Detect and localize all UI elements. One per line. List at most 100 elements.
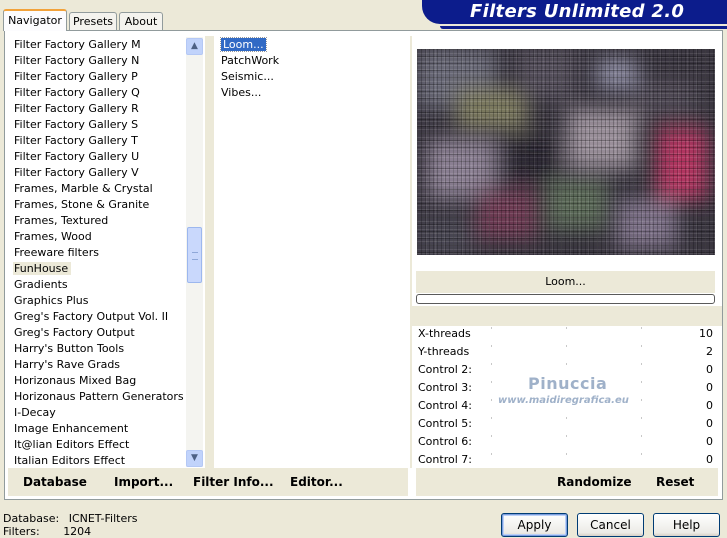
category-item[interactable]: FunHouse bbox=[8, 261, 204, 277]
watermark-url: www.maidiregrafica.eu bbox=[498, 395, 629, 406]
category-item-label: Horizonaus Mixed Bag bbox=[14, 374, 137, 387]
category-scrollbar[interactable]: ▲ ▼ bbox=[186, 37, 203, 467]
status-filters-value: 1204 bbox=[63, 525, 92, 538]
apply-button[interactable]: Apply bbox=[501, 513, 568, 537]
control-label: Control 6: bbox=[418, 435, 472, 448]
control-value: 10 bbox=[699, 327, 713, 340]
app-title: Filters Unlimited 2.0 bbox=[470, 1, 685, 22]
category-item-label: Frames, Stone & Granite bbox=[14, 198, 150, 211]
category-item-label: Frames, Wood bbox=[14, 230, 92, 243]
category-list[interactable]: Filter Factory Gallery M Filter Factory G… bbox=[8, 37, 204, 467]
category-item[interactable]: Image Enhancement bbox=[8, 421, 204, 437]
panel-divider bbox=[205, 36, 214, 468]
import-button[interactable]: Import... bbox=[114, 475, 173, 489]
control-slider[interactable]: Y-threads 2 bbox=[416, 343, 715, 361]
category-item[interactable]: Harry's Button Tools bbox=[8, 341, 204, 357]
randomize-button[interactable]: Randomize bbox=[557, 475, 631, 489]
category-item[interactable]: Harry's Rave Grads bbox=[8, 357, 204, 373]
control-value: 2 bbox=[706, 345, 713, 358]
cancel-button[interactable]: Cancel bbox=[577, 513, 644, 537]
filter-item[interactable]: PatchWork bbox=[216, 53, 408, 69]
category-item[interactable]: Greg's Factory Output bbox=[8, 325, 204, 341]
database-button[interactable]: Database bbox=[23, 475, 87, 489]
reset-button[interactable]: Reset bbox=[656, 475, 694, 489]
category-item[interactable]: It@lian Editors Effect bbox=[8, 437, 204, 453]
category-item[interactable]: Filter Factory Gallery V bbox=[8, 165, 204, 181]
filter-item[interactable]: Loom... bbox=[216, 37, 408, 53]
watermark-text: Pinuccia bbox=[528, 374, 608, 393]
status-database-label: Database: bbox=[3, 512, 60, 525]
control-label: Control 3: bbox=[418, 381, 472, 394]
category-item-label: Filter Factory Gallery R bbox=[14, 102, 139, 115]
category-item[interactable]: Freeware filters bbox=[8, 245, 204, 261]
category-item[interactable]: Gradients bbox=[8, 277, 204, 293]
category-item[interactable]: Frames, Textured bbox=[8, 213, 204, 229]
title-banner-stripe bbox=[440, 26, 727, 29]
preview-image bbox=[417, 49, 715, 255]
category-item[interactable]: Frames, Stone & Granite bbox=[8, 197, 204, 213]
category-item[interactable]: Filter Factory Gallery S bbox=[8, 117, 204, 133]
progress-bar bbox=[416, 294, 715, 304]
category-item[interactable]: Filter Factory Gallery U bbox=[8, 149, 204, 165]
filter-item-label: Loom... bbox=[220, 37, 267, 52]
category-item[interactable]: Filter Factory Gallery P bbox=[8, 69, 204, 85]
filter-item[interactable]: Seismic... bbox=[216, 69, 408, 85]
category-item[interactable]: Greg's Factory Output Vol. II bbox=[8, 309, 204, 325]
category-item[interactable]: Filter Factory Gallery N bbox=[8, 53, 204, 69]
category-item-label: Italian Editors Effect bbox=[14, 454, 126, 467]
control-value: 0 bbox=[706, 381, 713, 394]
control-slider[interactable]: X-threads 10 bbox=[416, 325, 715, 343]
category-item[interactable]: Graphics Plus bbox=[8, 293, 204, 309]
category-item-label: I-Decay bbox=[14, 406, 56, 419]
category-item-label: Horizonaus Pattern Generators bbox=[14, 390, 184, 403]
status-filters-label: Filters: bbox=[3, 525, 40, 538]
category-item[interactable]: Horizonaus Pattern Generators bbox=[8, 389, 204, 405]
filter-info-button[interactable]: Filter Info... bbox=[193, 475, 274, 489]
status-database-value: ICNET-Filters bbox=[68, 512, 138, 525]
category-item-label: Harry's Rave Grads bbox=[14, 358, 121, 371]
control-label: Control 5: bbox=[418, 417, 472, 430]
help-button[interactable]: Help bbox=[653, 513, 720, 537]
control-slider[interactable]: Control 7: 0 bbox=[416, 451, 715, 469]
category-item-label: Greg's Factory Output bbox=[14, 326, 135, 339]
arrow-up-icon[interactable]: ▲ bbox=[186, 38, 203, 55]
current-filter-name: Loom... bbox=[416, 271, 715, 293]
tab-navigator[interactable]: Navigator bbox=[3, 9, 67, 31]
control-value: 0 bbox=[706, 435, 713, 448]
filter-item-label: PatchWork bbox=[221, 54, 280, 67]
category-item[interactable]: Frames, Wood bbox=[8, 229, 204, 245]
control-label: Control 2: bbox=[418, 363, 472, 376]
category-item-label: It@lian Editors Effect bbox=[14, 438, 130, 451]
control-label: Control 7: bbox=[418, 453, 472, 466]
category-item-label: Filter Factory Gallery N bbox=[14, 54, 140, 67]
tab-presets[interactable]: Presets bbox=[69, 12, 117, 30]
control-slider[interactable]: Control 5: 0 bbox=[416, 415, 715, 433]
category-item[interactable]: Filter Factory Gallery Q bbox=[8, 85, 204, 101]
category-item-label: Frames, Textured bbox=[14, 214, 109, 227]
control-slider[interactable]: Control 6: 0 bbox=[416, 433, 715, 451]
arrow-down-icon[interactable]: ▼ bbox=[186, 450, 203, 467]
category-item-label: FunHouse bbox=[13, 262, 72, 275]
category-item[interactable]: Filter Factory Gallery R bbox=[8, 101, 204, 117]
category-item-label: Gradients bbox=[14, 278, 68, 291]
control-label: Y-threads bbox=[418, 345, 470, 358]
control-value: 0 bbox=[706, 453, 713, 466]
filter-list[interactable]: Loom... PatchWork Seismic... Vibes... bbox=[216, 37, 408, 467]
category-item[interactable]: Frames, Marble & Crystal bbox=[8, 181, 204, 197]
category-item[interactable]: Filter Factory Gallery M bbox=[8, 37, 204, 53]
category-item[interactable]: I-Decay bbox=[8, 405, 204, 421]
filter-item-label: Vibes... bbox=[221, 86, 262, 99]
category-item-label: Filter Factory Gallery U bbox=[14, 150, 140, 163]
control-value: 0 bbox=[706, 363, 713, 376]
scrollbar-thumb[interactable] bbox=[187, 227, 202, 283]
editor-button[interactable]: Editor... bbox=[290, 475, 343, 489]
category-item[interactable]: Italian Editors Effect bbox=[8, 453, 204, 467]
category-item-label: Filter Factory Gallery P bbox=[14, 70, 138, 83]
filter-item[interactable]: Vibes... bbox=[216, 85, 408, 101]
category-item-label: Image Enhancement bbox=[14, 422, 129, 435]
category-item[interactable]: Filter Factory Gallery T bbox=[8, 133, 204, 149]
category-item-label: Graphics Plus bbox=[14, 294, 89, 307]
tab-about[interactable]: About bbox=[119, 12, 163, 30]
category-item[interactable]: Horizonaus Mixed Bag bbox=[8, 373, 204, 389]
category-item-label: Filter Factory Gallery V bbox=[14, 166, 139, 179]
